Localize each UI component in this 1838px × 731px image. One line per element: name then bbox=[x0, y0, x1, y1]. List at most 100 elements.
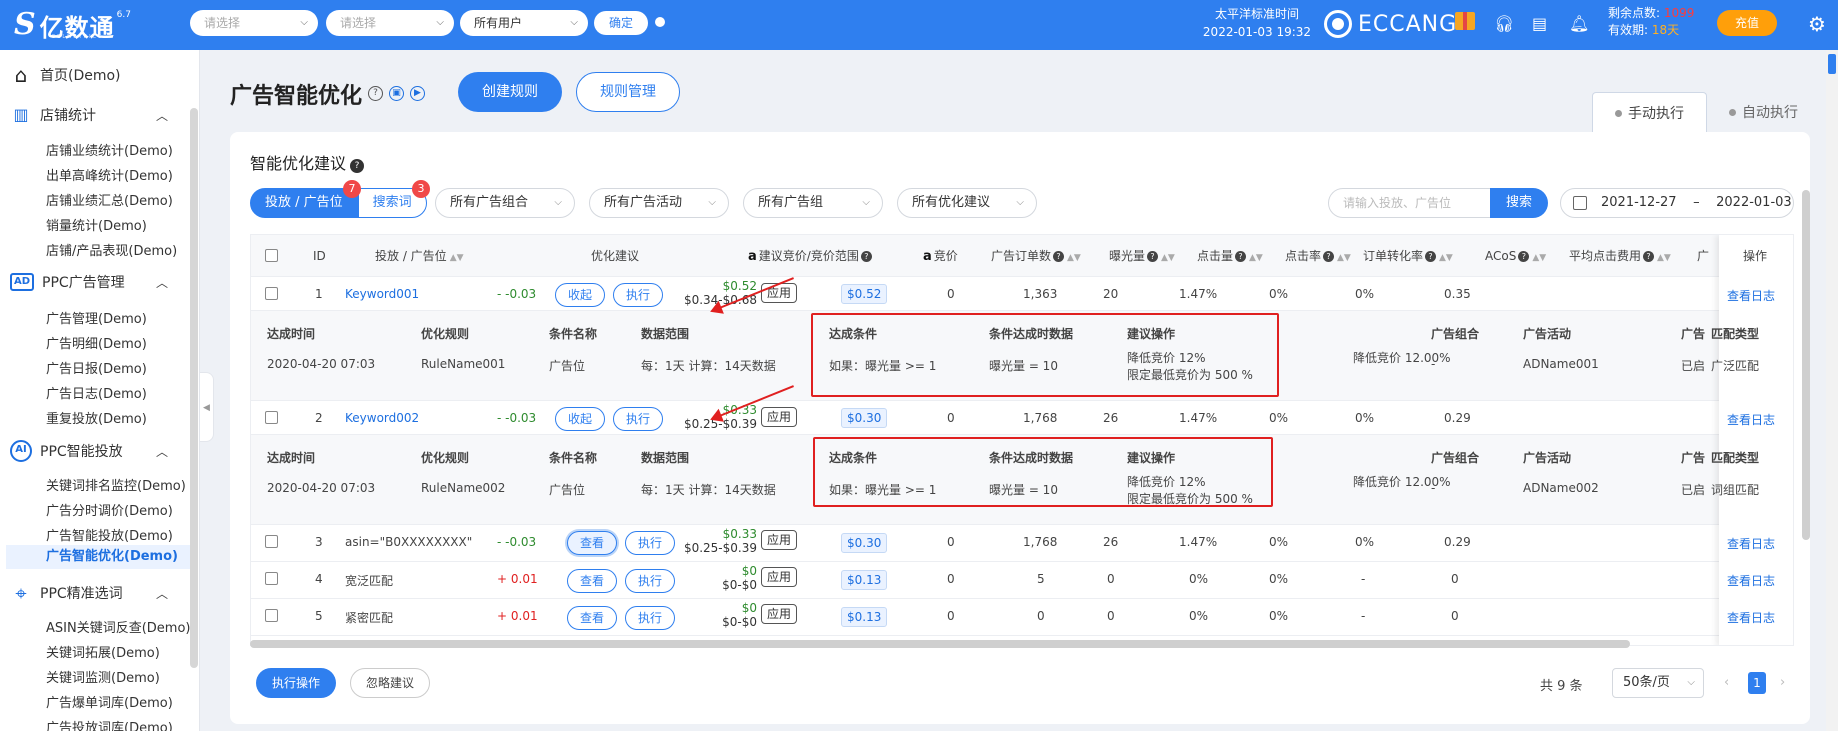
sidebar-item[interactable]: 广告爆单词库(Demo) bbox=[46, 692, 173, 711]
filter-suggestion[interactable]: 所有优化建议 ⌵ bbox=[897, 188, 1037, 218]
rule-manage-button[interactable]: 规则管理 bbox=[576, 72, 680, 112]
sidebar-item[interactable]: 店铺业绩统计(Demo) bbox=[46, 140, 173, 159]
search-button[interactable]: 搜索 bbox=[1490, 188, 1548, 218]
shop-select-2[interactable]: 请选择 ⌵ bbox=[326, 10, 454, 36]
user-select[interactable]: 所有用户 ⌵ bbox=[460, 10, 588, 36]
sidebar-item[interactable]: 关键词拓展(Demo) bbox=[46, 642, 160, 661]
help-icon[interactable]: ? bbox=[368, 86, 383, 101]
sidebar-item[interactable]: 关键词监测(Demo) bbox=[46, 667, 160, 686]
sidebar-item[interactable]: 关键词排名监控(Demo) bbox=[46, 475, 186, 494]
sidebar-item[interactable]: 广告管理(Demo) bbox=[46, 308, 147, 327]
view-log-link[interactable]: 查看日志 bbox=[1727, 411, 1775, 428]
sidebar-item[interactable]: 店铺业绩汇总(Demo) bbox=[46, 190, 173, 209]
current-page[interactable]: 1 bbox=[1748, 672, 1766, 694]
eccang-logo[interactable]: ECCANG bbox=[1324, 10, 1457, 38]
bell-icon[interactable]: 🔔︎ bbox=[1569, 14, 1589, 33]
execute-button[interactable]: 执行 bbox=[625, 569, 675, 593]
apply-button[interactable]: 应用 bbox=[761, 567, 797, 587]
shop-select-1[interactable]: 请选择 ⌵ bbox=[190, 10, 318, 36]
play-icon[interactable]: ▶ bbox=[410, 86, 425, 101]
view-log-link[interactable]: 查看日志 bbox=[1727, 572, 1775, 589]
row-checkbox[interactable] bbox=[265, 609, 278, 622]
filter-portfolio[interactable]: 所有广告组合 ⌵ bbox=[435, 188, 575, 218]
help-dot-icon[interactable] bbox=[655, 17, 665, 27]
execute-operation-button[interactable]: 执行操作 bbox=[256, 668, 336, 698]
prev-page-icon[interactable]: ‹ bbox=[1724, 675, 1729, 690]
sidebar-item[interactable]: 广告明细(Demo) bbox=[46, 333, 147, 352]
right-edge-panel[interactable] bbox=[1826, 50, 1838, 731]
execute-button[interactable]: 执行 bbox=[613, 283, 663, 307]
view-log-link[interactable]: 查看日志 bbox=[1727, 609, 1775, 626]
sidebar-item[interactable]: 广告分时调价(Demo) bbox=[46, 500, 173, 519]
col-cvr[interactable]: 订单转化率? ▲▼ bbox=[1363, 235, 1453, 277]
apply-button[interactable]: 应用 bbox=[761, 530, 797, 550]
horizontal-scrollbar[interactable] bbox=[250, 640, 1630, 648]
view-button[interactable]: 查看 bbox=[567, 569, 617, 593]
row-checkbox[interactable] bbox=[265, 287, 278, 300]
headset-icon[interactable]: 🎧︎ bbox=[1494, 14, 1514, 33]
view-log-link[interactable]: 查看日志 bbox=[1727, 287, 1775, 304]
help-icon[interactable]: ? bbox=[860, 251, 872, 262]
video-icon[interactable]: ▣ bbox=[389, 86, 404, 101]
sidebar-item-home[interactable]: ⌂ 首页(Demo) bbox=[10, 64, 121, 86]
detail-campaign-link[interactable]: ADName002 bbox=[1523, 481, 1599, 495]
filter-adgroup[interactable]: 所有广告组 ⌵ bbox=[743, 188, 883, 218]
sidebar-item-active[interactable]: 广告智能优化(Demo) bbox=[6, 545, 190, 569]
tab-auto[interactable]: 自动执行 bbox=[1707, 92, 1820, 134]
search-input[interactable]: 请输入投放、广告位 bbox=[1328, 188, 1492, 218]
view-button[interactable]: 查看 bbox=[567, 606, 617, 630]
execute-button[interactable]: 执行 bbox=[625, 531, 675, 555]
sidebar-item[interactable]: 广告日报(Demo) bbox=[46, 358, 147, 377]
col-cpc[interactable]: 平均点击费用? ▲▼ bbox=[1569, 235, 1671, 277]
view-button[interactable]: 查看 bbox=[567, 531, 617, 555]
row-target-link[interactable]: Keyword001 bbox=[345, 287, 419, 301]
collapse-button[interactable]: 收起 bbox=[555, 407, 605, 431]
apply-button[interactable]: 应用 bbox=[761, 283, 797, 303]
gift-icon[interactable] bbox=[1455, 12, 1475, 30]
sidebar-group-shop-stats[interactable]: ▥ 店铺统计 ︿ bbox=[10, 104, 168, 126]
col-impressions[interactable]: 曝光量? ▲▼ bbox=[1109, 235, 1175, 277]
calendar-icon[interactable]: ▤ bbox=[1532, 14, 1547, 33]
confirm-button[interactable]: 确定 bbox=[594, 11, 648, 35]
row-target-link[interactable]: Keyword002 bbox=[345, 411, 419, 425]
gear-icon[interactable]: ⚙ bbox=[1808, 12, 1826, 36]
col-acos[interactable]: ACoS? ▲▼ bbox=[1485, 235, 1546, 277]
sidebar-item[interactable]: 广告智能投放(Demo) bbox=[46, 525, 173, 544]
filter-campaign[interactable]: 所有广告活动 ⌵ bbox=[589, 188, 729, 218]
page-scrollbar[interactable] bbox=[1802, 190, 1810, 540]
sidebar-group-ppc-smart[interactable]: AI PPC智能投放 ︿ bbox=[10, 440, 168, 462]
row-checkbox[interactable] bbox=[265, 572, 278, 585]
execute-button[interactable]: 执行 bbox=[613, 407, 663, 431]
col-orders[interactable]: 广告订单数? ▲▼ bbox=[991, 235, 1081, 277]
sidebar-item[interactable]: 出单高峰统计(Demo) bbox=[46, 165, 173, 184]
row-checkbox[interactable] bbox=[265, 535, 278, 548]
view-log-link[interactable]: 查看日志 bbox=[1727, 535, 1775, 552]
detail-campaign-link[interactable]: ADName001 bbox=[1523, 357, 1599, 371]
sidebar-item[interactable]: 广告投放词库(Demo) bbox=[46, 717, 173, 731]
sidebar-item[interactable]: 销量统计(Demo) bbox=[46, 215, 147, 234]
apply-button[interactable]: 应用 bbox=[761, 407, 797, 427]
row-checkbox[interactable] bbox=[265, 411, 278, 424]
next-page-icon[interactable]: › bbox=[1780, 675, 1785, 690]
collapse-button[interactable]: 收起 bbox=[555, 283, 605, 307]
sidebar-item[interactable]: 广告日志(Demo) bbox=[46, 383, 147, 402]
col-ctr[interactable]: 点击率? ▲▼ bbox=[1285, 235, 1351, 277]
col-target[interactable]: 投放 / 广告位 ▲▼ bbox=[375, 235, 464, 277]
sidebar-item[interactable]: ASIN关键词反查(Demo) bbox=[46, 617, 190, 636]
recharge-button[interactable]: 充值 bbox=[1717, 10, 1777, 36]
app-logo[interactable]: S 亿数通 6.7 SELMETRICS bbox=[14, 6, 131, 44]
execute-button[interactable]: 执行 bbox=[625, 606, 675, 630]
sidebar-collapse-toggle[interactable]: ◀ bbox=[200, 372, 214, 442]
sidebar-scrollbar[interactable] bbox=[190, 108, 198, 668]
page-size-select[interactable]: 50条/页 ⌵ bbox=[1612, 668, 1704, 698]
col-clicks[interactable]: 点击量? ▲▼ bbox=[1197, 235, 1263, 277]
sidebar-group-ppc-keywords[interactable]: ⌖ PPC精准选词 ︿ bbox=[10, 582, 168, 604]
sidebar-item[interactable]: 店铺/产品表现(Demo) bbox=[46, 240, 177, 259]
apply-button[interactable]: 应用 bbox=[761, 604, 797, 624]
create-rule-button[interactable]: 创建规则 bbox=[458, 72, 562, 112]
help-icon[interactable]: ? bbox=[350, 159, 365, 173]
ignore-suggestion-button[interactable]: 忽略建议 bbox=[350, 668, 430, 698]
select-all-checkbox[interactable] bbox=[265, 249, 278, 262]
sidebar-group-ppc-ads[interactable]: AD PPC广告管理 ︿ bbox=[10, 272, 168, 292]
tab-manual[interactable]: 手动执行 bbox=[1592, 92, 1707, 134]
